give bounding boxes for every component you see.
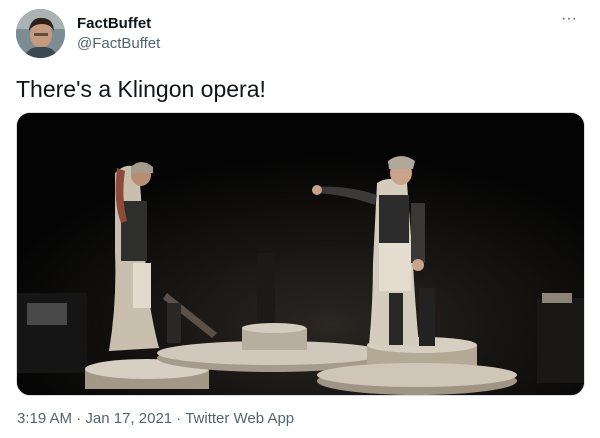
opera-stage-photo [17, 113, 584, 395]
display-name[interactable]: FactBuffet [77, 15, 160, 33]
ellipsis-icon: ··· [561, 10, 577, 27]
avatar[interactable] [16, 9, 65, 58]
tweet-media-image[interactable] [16, 112, 585, 396]
avatar-photo [16, 9, 65, 58]
tweet-timestamp-row: 3:19 AM · Jan 17, 2021 · Twitter Web App [17, 410, 294, 428]
user-handle[interactable]: @FactBuffet [77, 35, 160, 53]
tweet-source-link[interactable]: Twitter Web App [185, 410, 294, 427]
meta-separator: · [72, 410, 86, 427]
author-block: FactBuffet @FactBuffet [77, 15, 160, 53]
meta-separator-2: · [172, 410, 186, 427]
tweet-date[interactable]: Jan 17, 2021 [85, 410, 172, 427]
tweet-card: FactBuffet @FactBuffet ··· There's a Kli… [0, 0, 600, 438]
tweet-text: There's a Klingon opera! [16, 76, 266, 102]
tweet-time[interactable]: 3:19 AM [17, 410, 72, 427]
more-options-button[interactable]: ··· [558, 10, 580, 27]
